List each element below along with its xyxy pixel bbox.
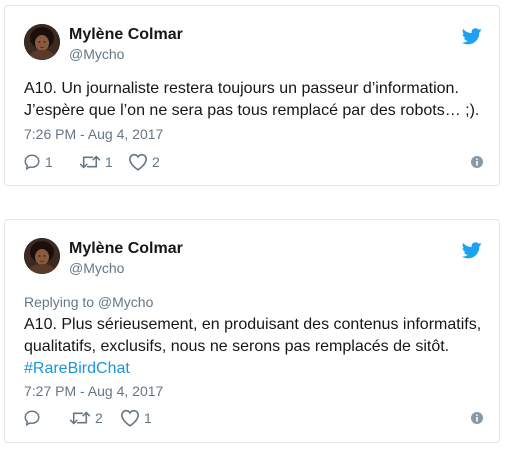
tweet-text-line: A10. Plus sérieusement, en produisant de… bbox=[24, 316, 482, 333]
retweet-icon bbox=[69, 411, 91, 425]
twitter-bird-icon[interactable] bbox=[462, 242, 482, 259]
heart-icon bbox=[128, 153, 148, 171]
reply-icon bbox=[24, 154, 40, 171]
tweet-card[interactable]: Mylène Colmar @Mycho A10. Un journaliste… bbox=[4, 5, 500, 186]
tweet-text-line: J’espère que l’on ne sera pas tous rempl… bbox=[24, 102, 480, 119]
like-count: 1 bbox=[144, 410, 152, 426]
tweet-card[interactable]: Mylène Colmar @Mycho Replying to @Mycho … bbox=[4, 219, 500, 443]
tweet-text: A10. Plus sérieusement, en produisant de… bbox=[24, 314, 494, 380]
like-button[interactable]: 1 bbox=[120, 408, 152, 428]
retweet-button[interactable]: 1 bbox=[79, 152, 113, 172]
twitter-bird-icon[interactable] bbox=[462, 28, 482, 45]
tweet-text-line: qualitatifs, exclusifs, nous ne serons p… bbox=[24, 338, 450, 355]
reply-button[interactable]: 1 bbox=[23, 152, 53, 172]
retweet-count: 2 bbox=[95, 410, 103, 426]
timestamp[interactable]: 7:27 PM - Aug 4, 2017 bbox=[24, 382, 163, 400]
reply-icon bbox=[24, 410, 40, 427]
tweet-actions: 1 1 2 bbox=[23, 152, 483, 172]
hashtag-link[interactable]: #RareBirdChat bbox=[24, 358, 494, 380]
heart-icon bbox=[120, 409, 140, 427]
avatar[interactable] bbox=[24, 24, 60, 60]
retweet-count: 1 bbox=[105, 154, 113, 170]
timestamp[interactable]: 7:26 PM - Aug 4, 2017 bbox=[24, 125, 163, 143]
author-handle[interactable]: @Mycho bbox=[69, 260, 124, 276]
reply-button[interactable] bbox=[23, 408, 45, 428]
author-name[interactable]: Mylène Colmar bbox=[69, 240, 183, 258]
reply-context[interactable]: Replying to @Mycho bbox=[24, 293, 153, 311]
tweet-actions: 2 1 bbox=[23, 408, 483, 428]
like-count: 2 bbox=[152, 154, 160, 170]
reply-count: 1 bbox=[45, 154, 53, 170]
like-button[interactable]: 2 bbox=[128, 152, 160, 172]
avatar[interactable] bbox=[24, 238, 60, 274]
author-handle[interactable]: @Mycho bbox=[69, 46, 124, 62]
info-icon[interactable] bbox=[471, 156, 483, 168]
retweet-icon bbox=[79, 155, 101, 169]
tweet-text: A10. Un journaliste restera toujours un … bbox=[24, 78, 494, 122]
tweet-text-line: A10. Un journaliste restera toujours un … bbox=[24, 80, 459, 97]
author-name[interactable]: Mylène Colmar bbox=[69, 26, 183, 44]
retweet-button[interactable]: 2 bbox=[69, 408, 103, 428]
info-icon[interactable] bbox=[471, 412, 483, 424]
